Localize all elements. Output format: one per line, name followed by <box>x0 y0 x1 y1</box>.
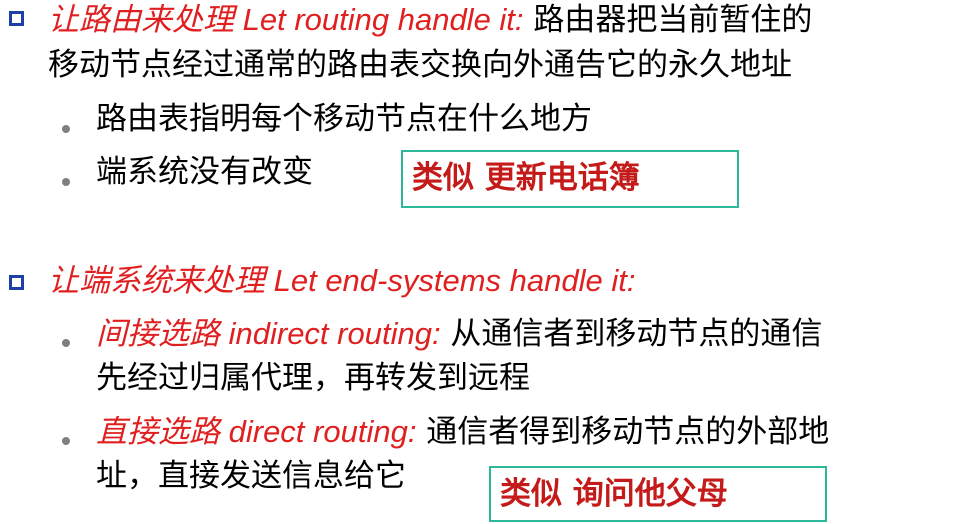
direct-desc-line2: 址，直接发送信息给它 <box>96 458 406 494</box>
item1-sub1: 路由表指明每个移动节点在什么地方 <box>96 101 592 137</box>
dot-bullet-icon <box>62 125 70 133</box>
dot-bullet-icon <box>62 437 70 445</box>
direct-term-cn: 直接选路 <box>96 414 220 450</box>
square-bullet-icon <box>9 11 24 26</box>
square-bullet-icon <box>9 275 24 290</box>
indirect-desc-line1: 从通信者到移动节点的通信 <box>440 316 823 352</box>
item2-title-cn: 让端系统来处理 <box>48 263 265 299</box>
indirect-term-cn: 间接选路 <box>96 316 220 352</box>
item2-sub1-line1: 间接选路 indirect routing: 从通信者到移动节点的通信 <box>96 316 822 352</box>
item1-title-cn: 让路由来处理 <box>48 2 234 38</box>
direct-desc-line1: 通信者得到移动节点的外部地 <box>416 414 830 450</box>
item2-title-en: Let end-systems handle it: <box>265 263 636 298</box>
analogy-text-1: 类似 更新电话簿 <box>412 160 640 196</box>
dot-bullet-icon <box>62 178 70 186</box>
item1-title-en: Let routing handle it: <box>234 2 524 37</box>
direct-term-en: direct routing: <box>220 414 417 449</box>
indirect-term-en: indirect routing: <box>220 316 441 351</box>
dot-bullet-icon <box>62 339 70 347</box>
item1-desc-line1: 路由器把当前暂住的 <box>523 2 813 38</box>
item1-desc-line2: 移动节点经过通常的路由表交换向外通告它的永久地址 <box>48 47 792 83</box>
item1-line1: 让路由来处理 Let routing handle it: 路由器把当前暂住的 <box>48 2 812 38</box>
item2-line1: 让端系统来处理 Let end-systems handle it: <box>48 263 635 299</box>
item1-sub2: 端系统没有改变 <box>96 154 313 190</box>
item2-sub2-line1: 直接选路 direct routing: 通信者得到移动节点的外部地 <box>96 414 829 450</box>
analogy-text-2: 类似 询问他父母 <box>500 476 728 512</box>
indirect-desc-line2: 先经过归属代理，再转发到远程 <box>96 360 530 396</box>
